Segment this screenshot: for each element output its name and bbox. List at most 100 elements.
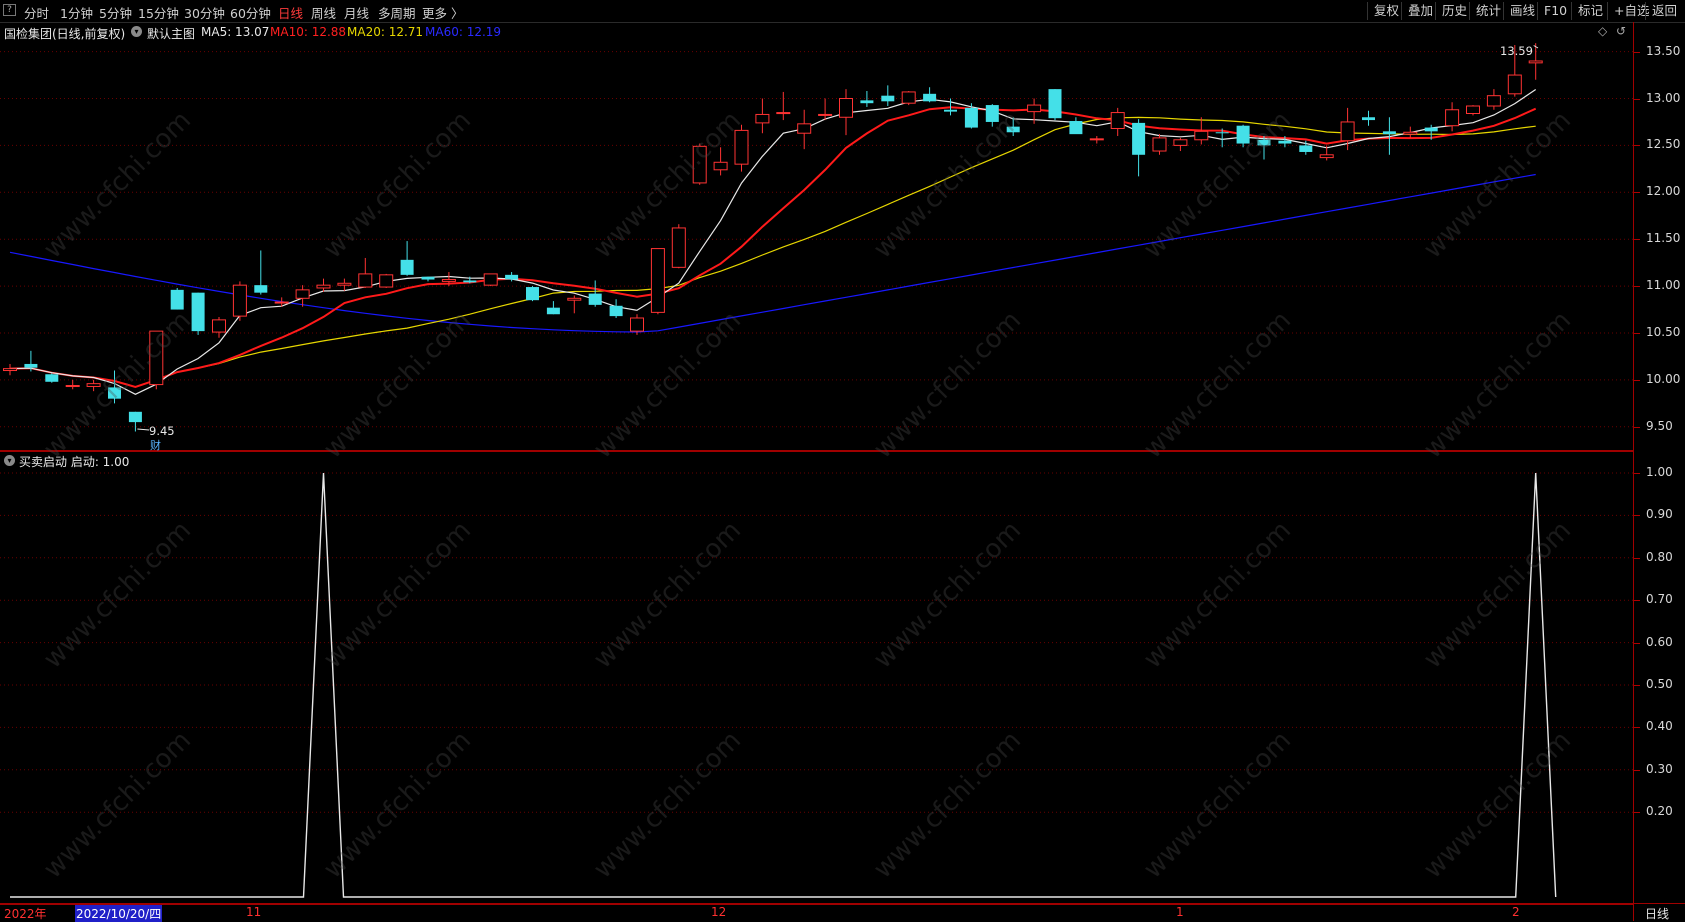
main-y-tick-label: 13.00: [1646, 90, 1681, 105]
axis-month-2: 2: [1512, 905, 1520, 919]
main-y-tick-mark: [1634, 98, 1640, 100]
main-y-tick-label: 9.50: [1646, 418, 1673, 433]
high-price-label: 13.59: [1500, 44, 1533, 58]
candle-body-up: [212, 319, 226, 333]
candle-body-down: [1424, 127, 1438, 132]
candle-body-up: [316, 284, 331, 289]
axis-year-label: 2022年: [4, 907, 47, 921]
low-pointer: [137, 428, 150, 431]
cursor-date-label: 2022/10/20/四: [75, 905, 163, 922]
candle-body-up: [1507, 74, 1522, 95]
indicator-line: [10, 472, 1557, 898]
candle-body-up: [839, 98, 853, 118]
sub-y-tick-mark: [1634, 812, 1640, 814]
candle-body-down: [923, 93, 937, 102]
candle-body-up: [1466, 105, 1480, 115]
candle-body-up: [65, 385, 80, 388]
axis-month-1: 1: [1176, 905, 1184, 919]
candle-body-down: [1215, 132, 1229, 134]
candle-body-down: [1382, 131, 1396, 135]
main-y-tick-label: 11.50: [1646, 231, 1681, 246]
candle-body-up: [274, 301, 289, 304]
candle-body-up: [630, 317, 644, 332]
candle-body-down: [24, 363, 38, 368]
candle-body-down: [1299, 145, 1313, 152]
sub-y-tick-label: 0.50: [1646, 677, 1673, 691]
ma20-line: [9, 116, 1536, 388]
main-y-tick-mark: [1634, 333, 1640, 334]
candle-body-up: [232, 284, 247, 317]
sub-y-tick-mark: [1634, 727, 1640, 729]
main-y-tick-mark: [1634, 426, 1640, 428]
sub-y-tick-label: 0.40: [1646, 719, 1673, 734]
candle-body-up: [1403, 131, 1418, 135]
candle-body-down: [254, 285, 268, 293]
main-y-tick-label: 13.50: [1646, 43, 1681, 58]
candle-body-up: [1110, 112, 1125, 130]
candle-body-up: [1319, 154, 1334, 159]
main-y-tick-mark: [1634, 51, 1640, 53]
candle-body-up: [358, 273, 373, 288]
sub-y-tick-label: 0.20: [1646, 804, 1673, 819]
candle-body-up: [776, 112, 791, 115]
candle-body-down: [609, 305, 623, 317]
candle-body-up: [1528, 60, 1543, 64]
sub-y-tick-label: 0.80: [1646, 549, 1673, 564]
candle-body-up: [441, 279, 456, 282]
candle-body-down: [400, 259, 414, 275]
candle-body-down: [505, 274, 519, 280]
sub-y-tick-label: 0.60: [1646, 634, 1673, 649]
ma5-line: [9, 89, 1537, 395]
main-y-tick-label: 12.00: [1646, 184, 1681, 199]
candle-body-down: [1132, 122, 1146, 155]
sub-y-tick-mark: [1634, 557, 1640, 559]
sub-y-tick-label: 0.30: [1646, 761, 1673, 776]
candle-body-down: [421, 276, 435, 280]
candle-body-down: [1048, 89, 1062, 119]
candle-body-up: [1027, 104, 1042, 113]
candle-body-down: [588, 293, 602, 305]
candle-body-up: [1089, 138, 1104, 141]
candle-body-up: [671, 227, 686, 268]
sub-y-tick-mark: [1634, 769, 1640, 771]
sub-y-tick-mark: [1634, 600, 1640, 602]
candle-body-up: [1486, 95, 1501, 107]
sub-y-tick-mark: [1634, 685, 1640, 686]
main-y-tick-mark: [1634, 379, 1640, 381]
axis-month-12: 12: [711, 905, 727, 919]
candle-body-up: [483, 273, 498, 286]
candle-body-up: [650, 248, 665, 313]
main-y-tick-label: 10.00: [1646, 371, 1681, 386]
candle-body-up: [337, 282, 352, 286]
candle-body-up: [295, 289, 310, 299]
candle-body-down: [1362, 117, 1375, 121]
kline-chart-svg: [0, 43, 1633, 898]
candle-body-down: [128, 411, 142, 423]
candle-body-down: [944, 109, 957, 112]
candle-body-up: [901, 91, 916, 104]
candle-body-down: [463, 280, 477, 283]
candle-body-down: [546, 307, 560, 315]
candle-body-up: [567, 297, 582, 301]
sub-y-tick-label: 0.70: [1646, 592, 1673, 607]
candle-body-up: [713, 161, 728, 171]
sub-y-tick-mark: [1634, 473, 1640, 474]
finance-marker[interactable]: 财: [150, 437, 161, 453]
candle-body-down: [860, 100, 874, 104]
candle-body-down: [1069, 121, 1083, 135]
candle-body-up: [797, 123, 812, 134]
candle-body-down: [45, 374, 59, 382]
candle-body-up: [1340, 121, 1355, 142]
candle-body-up: [1152, 137, 1167, 152]
low-price-label: 9.45: [149, 424, 175, 438]
candle-body-down: [881, 95, 895, 102]
candle-body-up: [1173, 139, 1188, 146]
candle-body-down: [526, 287, 539, 301]
main-y-tick-mark: [1634, 239, 1640, 241]
candle-body-up: [3, 368, 17, 372]
candle-body-up: [1194, 130, 1209, 141]
sub-y-tick-label: 1.00: [1646, 465, 1673, 479]
axis-month-11: 11: [246, 905, 262, 919]
candle-body-down: [964, 107, 978, 128]
candle-body-up: [755, 113, 770, 124]
